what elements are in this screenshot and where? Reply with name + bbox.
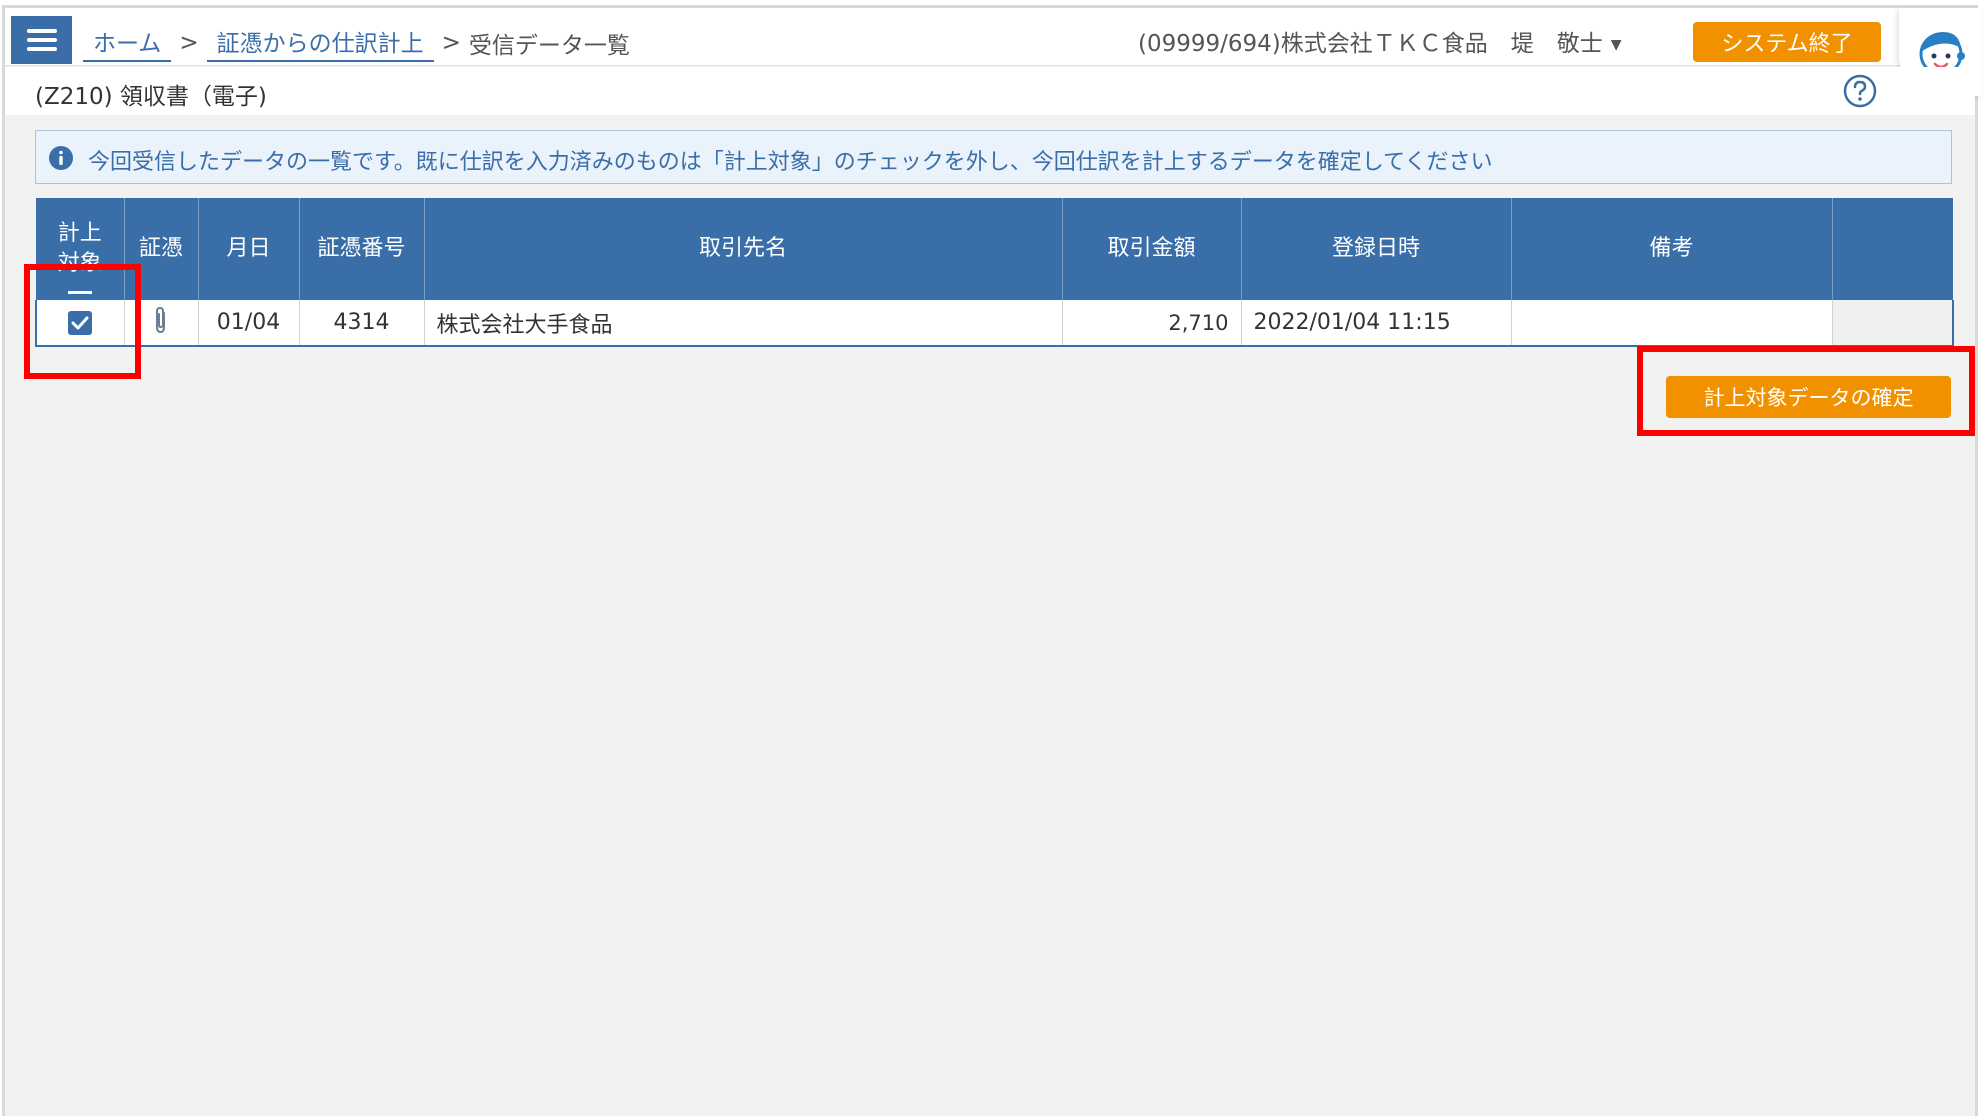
column-header-date: 月日 bbox=[198, 198, 300, 300]
breadcrumb: ホーム > 証憑からの仕訳計上 > 受信データ一覧 bbox=[83, 24, 630, 62]
info-banner: 今回受信したデータの一覧です。既に仕訳を入力済みのものは「計上対象」のチェックを… bbox=[35, 130, 1952, 184]
breadcrumb-separator: > bbox=[441, 30, 461, 56]
breadcrumb-home-link[interactable]: ホーム bbox=[83, 24, 172, 62]
system-exit-button[interactable]: システム終了 bbox=[1693, 22, 1881, 62]
column-header-note: 備考 bbox=[1511, 198, 1833, 300]
help-icon[interactable] bbox=[1842, 73, 1878, 109]
menu-line-icon bbox=[27, 29, 57, 33]
menu-line-icon bbox=[27, 38, 57, 42]
breadcrumb-separator: > bbox=[179, 30, 199, 56]
column-header-registered: 登録日時 bbox=[1241, 198, 1512, 300]
partner-cell: 株式会社大手食品 bbox=[424, 300, 1063, 347]
column-header-target-line1: 計上 bbox=[57, 221, 102, 247]
app-frame: ホーム > 証憑からの仕訳計上 > 受信データ一覧 (09999/694)株式会… bbox=[2, 5, 1981, 1116]
caret-down-icon: ▼ bbox=[1610, 36, 1622, 53]
column-header-amount: 取引金額 bbox=[1062, 198, 1242, 300]
date-cell: 01/04 bbox=[198, 300, 300, 347]
registered-cell: 2022/01/04 11:15 bbox=[1241, 300, 1512, 347]
breadcrumb-journal-link[interactable]: 証憑からの仕訳計上 bbox=[206, 24, 434, 62]
user-label: (09999/694)株式会社ＴＫＣ食品 堤 敬士 bbox=[1138, 31, 1603, 57]
column-header-extra bbox=[1832, 198, 1954, 300]
table-header-row: 計上 対象 証憑 月日 証憑番号 取引先名 取引金額 登録日時 備考 bbox=[36, 198, 1954, 300]
info-message: 今回受信したデータの一覧です。既に仕訳を入力済みのものは「計上対象」のチェックを… bbox=[88, 150, 1493, 175]
page-title: (Z210) 領収書（電子) bbox=[35, 84, 267, 110]
table-row[interactable]: 01/04 4314 株式会社大手食品 2,710 2022/01/04 11:… bbox=[35, 300, 1954, 347]
column-header-partner: 取引先名 bbox=[424, 198, 1063, 300]
title-bar: (Z210) 領収書（電子) bbox=[5, 67, 1975, 115]
hamburger-menu-button[interactable] bbox=[11, 16, 72, 64]
menu-line-icon bbox=[27, 47, 57, 51]
note-cell[interactable] bbox=[1511, 300, 1833, 347]
paperclip-icon[interactable] bbox=[152, 305, 170, 335]
breadcrumb-current: 受信データ一覧 bbox=[468, 33, 630, 59]
extra-cell bbox=[1832, 300, 1954, 347]
highlight-confirm-box bbox=[1637, 346, 1975, 436]
amount-cell: 2,710 bbox=[1062, 300, 1242, 347]
voucher-no-cell: 4314 bbox=[299, 300, 425, 347]
column-header-voucher-no: 証憑番号 bbox=[299, 198, 425, 300]
info-icon bbox=[49, 146, 73, 170]
user-menu[interactable]: (09999/694)株式会社ＴＫＣ食品 堤 敬士 ▼ bbox=[1138, 24, 1622, 58]
received-data-table: 計上 対象 証憑 月日 証憑番号 取引先名 取引金額 登録日時 備考 01/04… bbox=[35, 198, 1954, 347]
highlight-checkbox-box bbox=[24, 264, 141, 379]
top-bar: ホーム > 証憑からの仕訳計上 > 受信データ一覧 (09999/694)株式会… bbox=[5, 8, 1981, 96]
